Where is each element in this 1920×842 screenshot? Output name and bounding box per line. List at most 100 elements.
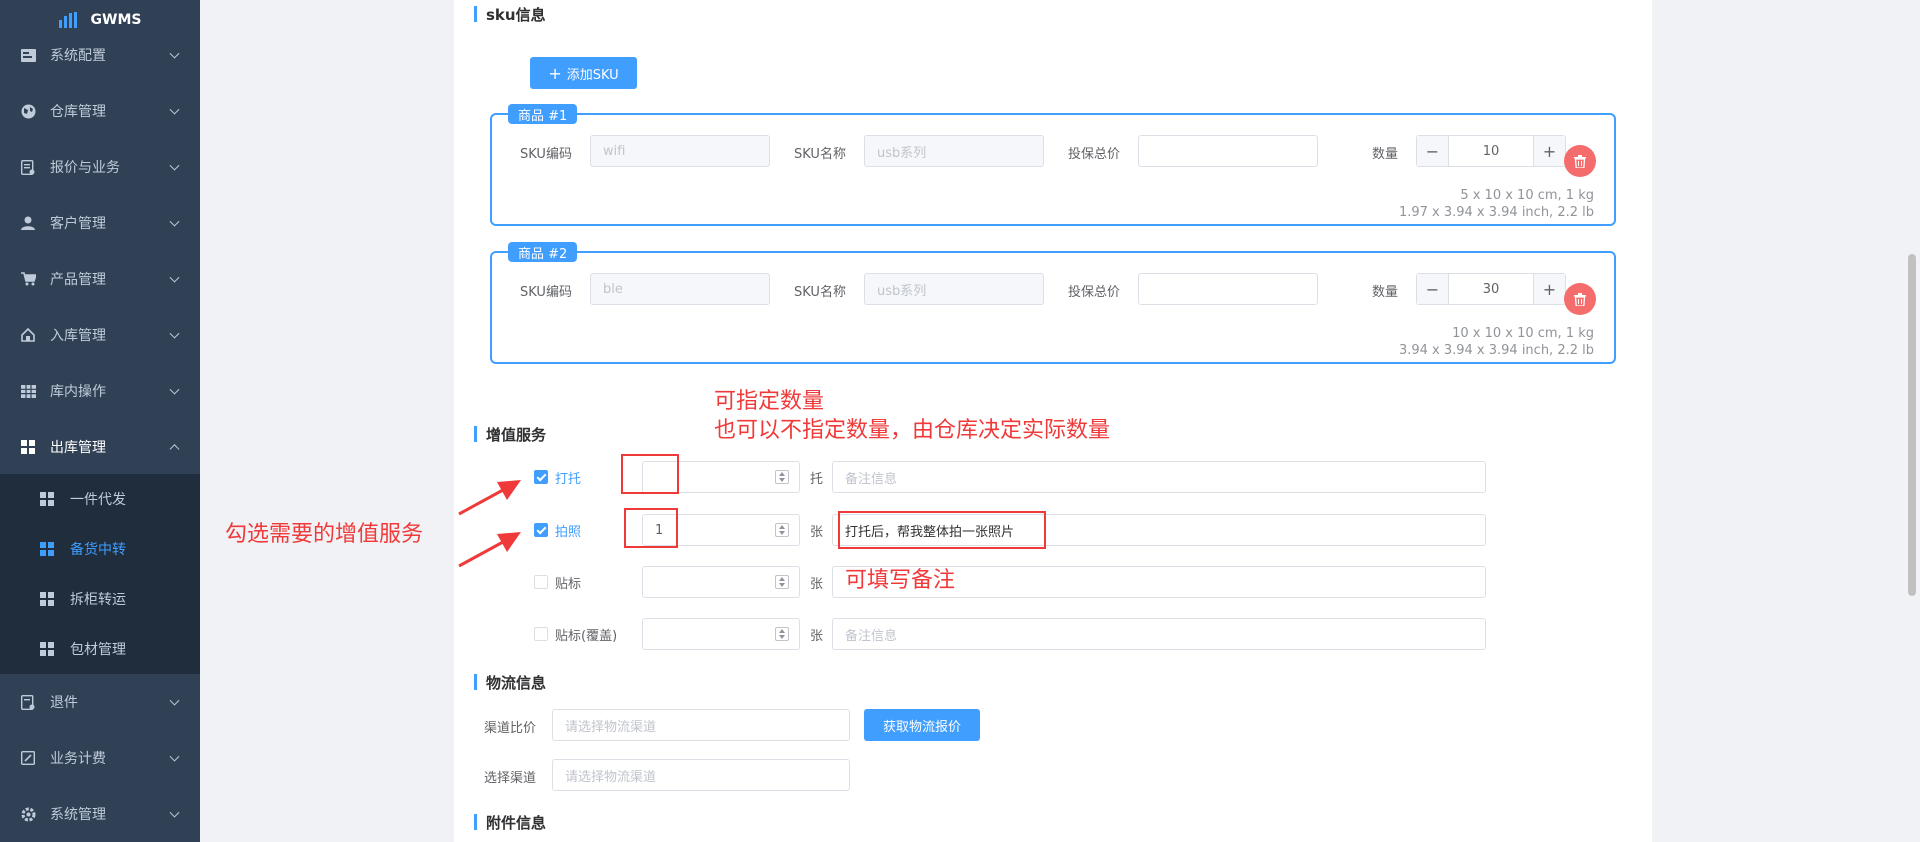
annotation-highlight-box xyxy=(624,508,678,548)
chevron-down-icon xyxy=(169,695,180,706)
service-label: 打托 xyxy=(555,472,582,487)
sku-item: 商品 #2 SKU编码 ble SKU名称 usb系列 投保总价 数量 − 30… xyxy=(490,242,1616,364)
sku-name-input[interactable]: usb系列 xyxy=(864,273,1044,305)
insured-value-label: 投保总价 xyxy=(1068,285,1121,300)
home-icon xyxy=(20,327,36,343)
sidebar-item-label: 产品管理 xyxy=(50,272,106,288)
add-sku-button[interactable]: + 添加SKU xyxy=(530,57,637,89)
document-icon xyxy=(20,159,36,175)
service-label: 贴标(覆盖) xyxy=(555,629,618,644)
service-remark-input[interactable]: 备注信息 xyxy=(832,461,1486,493)
sku-dimensions: 5 x 10 x 10 cm, 1 kg 1.97 x 3.94 x 3.94 … xyxy=(1399,187,1594,221)
sku-name-label: SKU名称 xyxy=(794,285,846,300)
service-checkbox-relabel[interactable] xyxy=(534,627,548,641)
sidebar-item-products[interactable]: 产品管理 xyxy=(0,251,200,307)
spinner-icon[interactable] xyxy=(775,575,789,589)
dims-metric: 5 x 10 x 10 cm, 1 kg xyxy=(1460,188,1594,203)
grid-icon xyxy=(20,439,36,455)
sku-tag: 商品 #1 xyxy=(508,104,578,124)
table-icon xyxy=(20,383,36,399)
get-quote-button[interactable]: 获取物流报价 xyxy=(864,709,980,741)
service-label: 拍照 xyxy=(555,525,582,540)
edit-icon xyxy=(20,750,36,766)
sku-code-label: SKU编码 xyxy=(520,147,572,162)
sidebar-subitem-stock-transfer[interactable]: 备货中转 xyxy=(0,524,200,574)
sidebar-item-system-config[interactable]: 系统配置 xyxy=(0,27,200,83)
sidebar-item-billing[interactable]: 业务计费 xyxy=(0,730,200,786)
sidebar-subitem-packaging[interactable]: 包材管理 xyxy=(0,624,200,674)
sidebar-item-returns[interactable]: 退件 xyxy=(0,674,200,730)
sidebar-item-label: 库内操作 xyxy=(50,384,106,400)
sidebar-item-outbound[interactable]: 出库管理 xyxy=(0,419,200,475)
quantity-value[interactable]: 10 xyxy=(1449,136,1533,166)
grid-icon xyxy=(40,542,54,556)
quantity-stepper: − 10 + xyxy=(1416,135,1566,167)
sidebar-item-label: 业务计费 xyxy=(50,751,106,767)
sidebar-item-label: 退件 xyxy=(50,695,78,711)
sidebar-item-warehouse-ops[interactable]: 库内操作 xyxy=(0,363,200,419)
sidebar-subitem-label: 拆柜转运 xyxy=(70,592,126,608)
service-remark-input[interactable]: 备注信息 xyxy=(832,618,1486,650)
annotation-quantity-line2: 也可以不指定数量，由仓库决定实际数量 xyxy=(714,418,1111,443)
annotation-check-hint: 勾选需要的增值服务 xyxy=(225,522,424,547)
spinner-icon[interactable] xyxy=(775,523,789,537)
sidebar-subitem-label: 包材管理 xyxy=(70,642,126,658)
sku-code-input[interactable]: ble xyxy=(590,273,770,305)
service-checkbox-labeling[interactable] xyxy=(534,575,548,589)
annotation-highlight-box xyxy=(621,454,679,494)
sidebar-item-warehouse[interactable]: 仓库管理 xyxy=(0,83,200,139)
sku-code-input[interactable]: wifi xyxy=(590,135,770,167)
quantity-label: 数量 xyxy=(1372,285,1399,300)
spinner-icon[interactable] xyxy=(775,470,789,484)
chevron-up-icon xyxy=(169,444,180,455)
channel-select[interactable]: 请选择物流渠道 xyxy=(552,759,850,791)
decrement-button[interactable]: − xyxy=(1417,274,1449,304)
sidebar-subitem-label: 一件代发 xyxy=(70,492,126,508)
service-unit: 张 xyxy=(810,525,824,540)
annotation-arrow-icon xyxy=(458,480,521,568)
annotation-highlight-box xyxy=(838,511,1046,549)
delete-sku-button[interactable] xyxy=(1564,145,1596,177)
dims-imperial: 1.97 x 3.94 x 3.94 inch, 2.2 lb xyxy=(1398,205,1594,220)
chevron-down-icon xyxy=(169,216,180,227)
sidebar-item-label: 入库管理 xyxy=(50,328,106,344)
grid-icon xyxy=(40,642,54,656)
increment-button[interactable]: + xyxy=(1533,136,1565,166)
return-icon xyxy=(20,694,36,710)
sku-tag: 商品 #2 xyxy=(508,242,578,262)
service-unit: 张 xyxy=(810,577,824,592)
sidebar-subitem-label: 备货中转 xyxy=(70,542,126,558)
sidebar-item-quotes[interactable]: 报价与业务 xyxy=(0,139,200,195)
service-checkbox-photo[interactable] xyxy=(534,523,548,537)
sidebar-item-inbound[interactable]: 入库管理 xyxy=(0,307,200,363)
decrement-button[interactable]: − xyxy=(1417,136,1449,166)
channel-compare-select[interactable]: 请选择物流渠道 xyxy=(552,709,850,741)
sidebar: GWMS 系统配置 仓库管理 报价与业务 客户管理 产品管理 入库管理 库内操作… xyxy=(0,0,200,842)
trash-icon xyxy=(1574,154,1586,168)
service-quantity-input[interactable] xyxy=(642,566,800,598)
dims-imperial: 3.94 x 3.94 x 3.94 inch, 2.2 lb xyxy=(1398,343,1594,358)
scrollbar-thumb[interactable] xyxy=(1908,254,1916,596)
sidebar-subitem-devanning[interactable]: 拆柜转运 xyxy=(0,574,200,624)
sidebar-subitem-dropship[interactable]: 一件代发 xyxy=(0,474,200,524)
quantity-value[interactable]: 30 xyxy=(1449,274,1533,304)
logo-icon xyxy=(58,12,77,28)
spinner-icon[interactable] xyxy=(775,627,789,641)
chevron-down-icon xyxy=(169,272,180,283)
insured-value-input[interactable] xyxy=(1138,135,1318,167)
annotation-quantity-line1: 可指定数量 xyxy=(714,389,825,414)
sidebar-item-system-admin[interactable]: 系统管理 xyxy=(0,786,200,842)
section-title-sku: sku信息 xyxy=(474,4,546,25)
channel-compare-label: 渠道比价 xyxy=(484,721,537,736)
channel-select-label: 选择渠道 xyxy=(484,771,537,786)
service-label: 贴标 xyxy=(555,577,582,592)
sku-item: 商品 #1 SKU编码 wifi SKU名称 usb系列 投保总价 数量 − 1… xyxy=(490,104,1616,226)
insured-value-input[interactable] xyxy=(1138,273,1318,305)
service-quantity-input[interactable] xyxy=(642,618,800,650)
service-checkbox-palletize[interactable] xyxy=(534,470,548,484)
sku-name-input[interactable]: usb系列 xyxy=(864,135,1044,167)
sidebar-item-label: 系统配置 xyxy=(50,48,106,64)
increment-button[interactable]: + xyxy=(1533,274,1565,304)
delete-sku-button[interactable] xyxy=(1564,283,1596,315)
sidebar-item-customers[interactable]: 客户管理 xyxy=(0,195,200,251)
